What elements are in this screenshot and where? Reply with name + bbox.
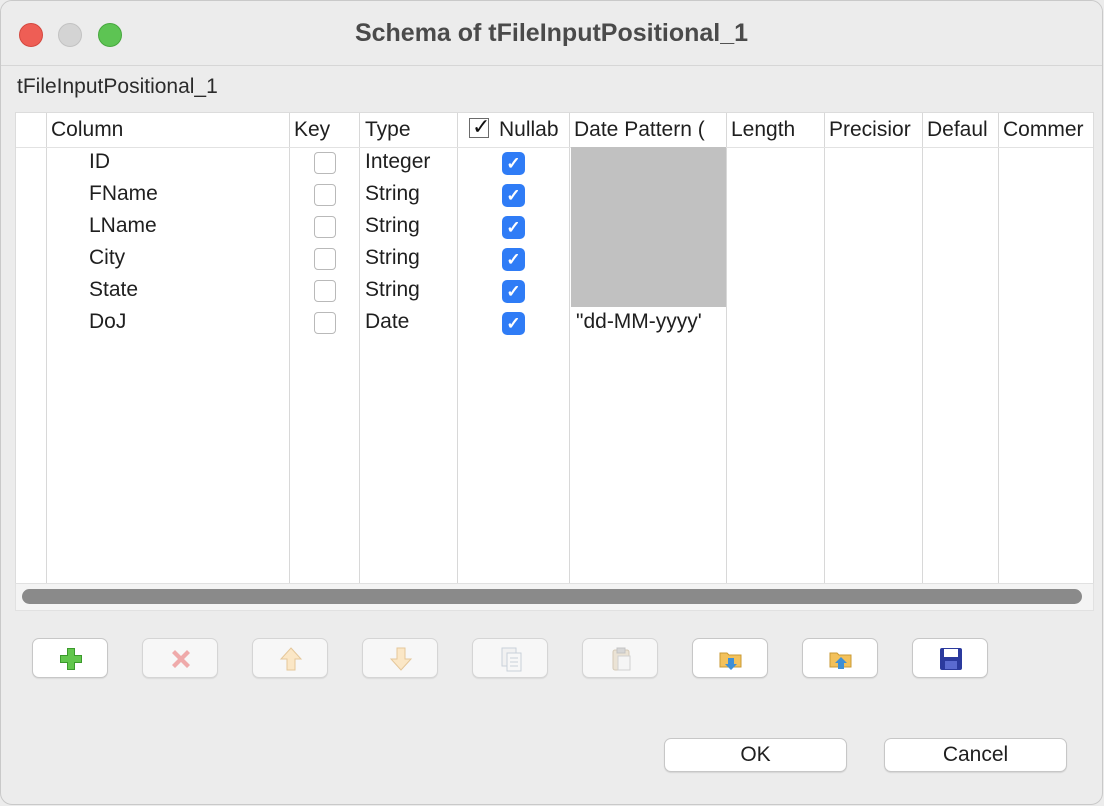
add-icon — [60, 648, 82, 670]
remove-row-button[interactable] — [142, 638, 218, 678]
header-default[interactable]: Defaul — [927, 118, 997, 142]
key-checkbox[interactable] — [314, 248, 336, 270]
header-length[interactable]: Length — [731, 118, 821, 142]
row-type[interactable]: Integer — [365, 150, 430, 174]
header-column[interactable]: Column — [51, 118, 123, 142]
import-schema-button[interactable] — [692, 638, 768, 678]
header-precision[interactable]: Precisior — [829, 118, 921, 142]
copy-button[interactable] — [472, 638, 548, 678]
nullable-checkbox[interactable]: ✓ — [502, 184, 525, 207]
table-row[interactable]: FName String ✓ — [16, 179, 1093, 211]
table-row[interactable]: ID Integer ✓ — [16, 147, 1093, 179]
key-checkbox[interactable] — [314, 216, 336, 238]
header-comment[interactable]: Commer — [1003, 118, 1093, 142]
table-row[interactable]: State String ✓ — [16, 275, 1093, 307]
ok-button[interactable]: OK — [664, 738, 847, 772]
header-date-pattern[interactable]: Date Pattern ( — [574, 118, 724, 142]
row-column-name[interactable]: State — [89, 278, 138, 302]
paste-button[interactable] — [582, 638, 658, 678]
scrollbar-thumb[interactable] — [22, 589, 1082, 604]
schema-table: Column Key Type ✓ Nullab Date Pattern ( … — [15, 112, 1094, 584]
row-type[interactable]: String — [365, 182, 420, 206]
add-row-button[interactable] — [32, 638, 108, 678]
row-column-name[interactable]: DoJ — [89, 310, 126, 334]
header-key[interactable]: Key — [294, 118, 330, 142]
key-checkbox[interactable] — [314, 312, 336, 334]
nullable-all-checkbox[interactable]: ✓ — [469, 114, 490, 139]
cancel-button[interactable]: Cancel — [884, 738, 1067, 772]
header-type[interactable]: Type — [365, 118, 411, 142]
row-date-pattern[interactable]: "dd-MM-yyyy' — [576, 310, 726, 334]
key-checkbox[interactable] — [314, 152, 336, 174]
copy-icon — [501, 647, 522, 672]
export-icon — [829, 652, 852, 669]
save-icon — [940, 648, 962, 670]
row-type[interactable]: String — [365, 214, 420, 238]
paste-icon — [612, 647, 631, 671]
row-type[interactable]: Date — [365, 310, 409, 334]
key-checkbox[interactable] — [314, 184, 336, 206]
move-up-icon — [279, 647, 303, 671]
table-row[interactable]: DoJ Date ✓ "dd-MM-yyyy' — [16, 307, 1093, 339]
header-nullable[interactable]: Nullab — [499, 118, 568, 142]
table-row[interactable]: City String ✓ — [16, 243, 1093, 275]
export-schema-button[interactable] — [802, 638, 878, 678]
row-column-name[interactable]: City — [89, 246, 125, 270]
title-bar: Schema of tFileInputPositional_1 — [1, 1, 1102, 66]
check-icon: ✓ — [472, 114, 491, 139]
save-schema-button[interactable] — [912, 638, 988, 678]
nullable-checkbox[interactable]: ✓ — [502, 152, 525, 175]
key-checkbox[interactable] — [314, 280, 336, 302]
import-icon — [719, 652, 742, 670]
move-down-icon — [389, 647, 413, 671]
move-down-button[interactable] — [362, 638, 438, 678]
component-name-label: tFileInputPositional_1 — [17, 75, 218, 98]
schema-dialog: Schema of tFileInputPositional_1 tFileIn… — [0, 0, 1103, 805]
row-type[interactable]: String — [365, 278, 420, 302]
nullable-checkbox[interactable]: ✓ — [502, 248, 525, 271]
row-column-name[interactable]: LName — [89, 214, 157, 238]
nullable-checkbox[interactable]: ✓ — [502, 280, 525, 303]
move-up-button[interactable] — [252, 638, 328, 678]
row-column-name[interactable]: ID — [89, 150, 110, 174]
nullable-checkbox[interactable]: ✓ — [502, 216, 525, 239]
horizontal-scrollbar[interactable] — [15, 583, 1094, 611]
row-column-name[interactable]: FName — [89, 182, 158, 206]
row-type[interactable]: String — [365, 246, 420, 270]
table-row[interactable]: LName String ✓ — [16, 211, 1093, 243]
window-title: Schema of tFileInputPositional_1 — [354, 19, 749, 47]
nullable-checkbox[interactable]: ✓ — [502, 312, 525, 335]
remove-icon — [172, 650, 190, 668]
